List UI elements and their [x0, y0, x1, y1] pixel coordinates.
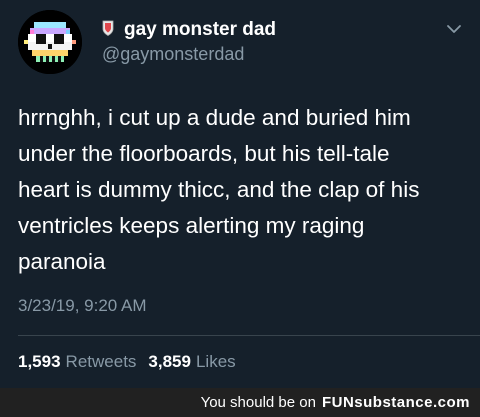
- user-info: gay monster dad @gaymonsterdad: [102, 18, 276, 65]
- retweets-count[interactable]: 1,593: [18, 352, 61, 372]
- tweet-text: hrrnghh, i cut up a dude and buried him …: [18, 105, 420, 274]
- brand-fun: FUN: [321, 394, 355, 411]
- skull-avatar-icon: [18, 10, 82, 74]
- chevron-down-icon[interactable]: [446, 24, 462, 34]
- tweet-header: gay monster dad @gaymonsterdad: [18, 10, 468, 80]
- brand-rest: substance.com: [354, 394, 470, 411]
- engagement-stats: 1,593 Retweets 3,859 Likes: [18, 352, 248, 372]
- tweet-timestamp[interactable]: 3/23/19, 9:20 AM: [18, 296, 147, 316]
- likes-label[interactable]: Likes: [196, 352, 236, 372]
- watermark-footer: You should be on FUNsubstance.com: [0, 388, 480, 417]
- divider: [18, 335, 480, 336]
- user-handle[interactable]: @gaymonsterdad: [102, 44, 276, 65]
- avatar[interactable]: [18, 10, 82, 74]
- brand-logo: FUNsubstance.com: [322, 394, 470, 411]
- footer-text: You should be on: [200, 394, 316, 411]
- shield-icon: [102, 20, 114, 41]
- retweets-label[interactable]: Retweets: [66, 352, 137, 372]
- tweet-card: gay monster dad @gaymonsterdad hrrnghh, …: [0, 0, 480, 388]
- display-name[interactable]: gay monster dad: [124, 19, 276, 41]
- likes-count[interactable]: 3,859: [148, 352, 191, 372]
- display-name-row: gay monster dad: [102, 18, 276, 42]
